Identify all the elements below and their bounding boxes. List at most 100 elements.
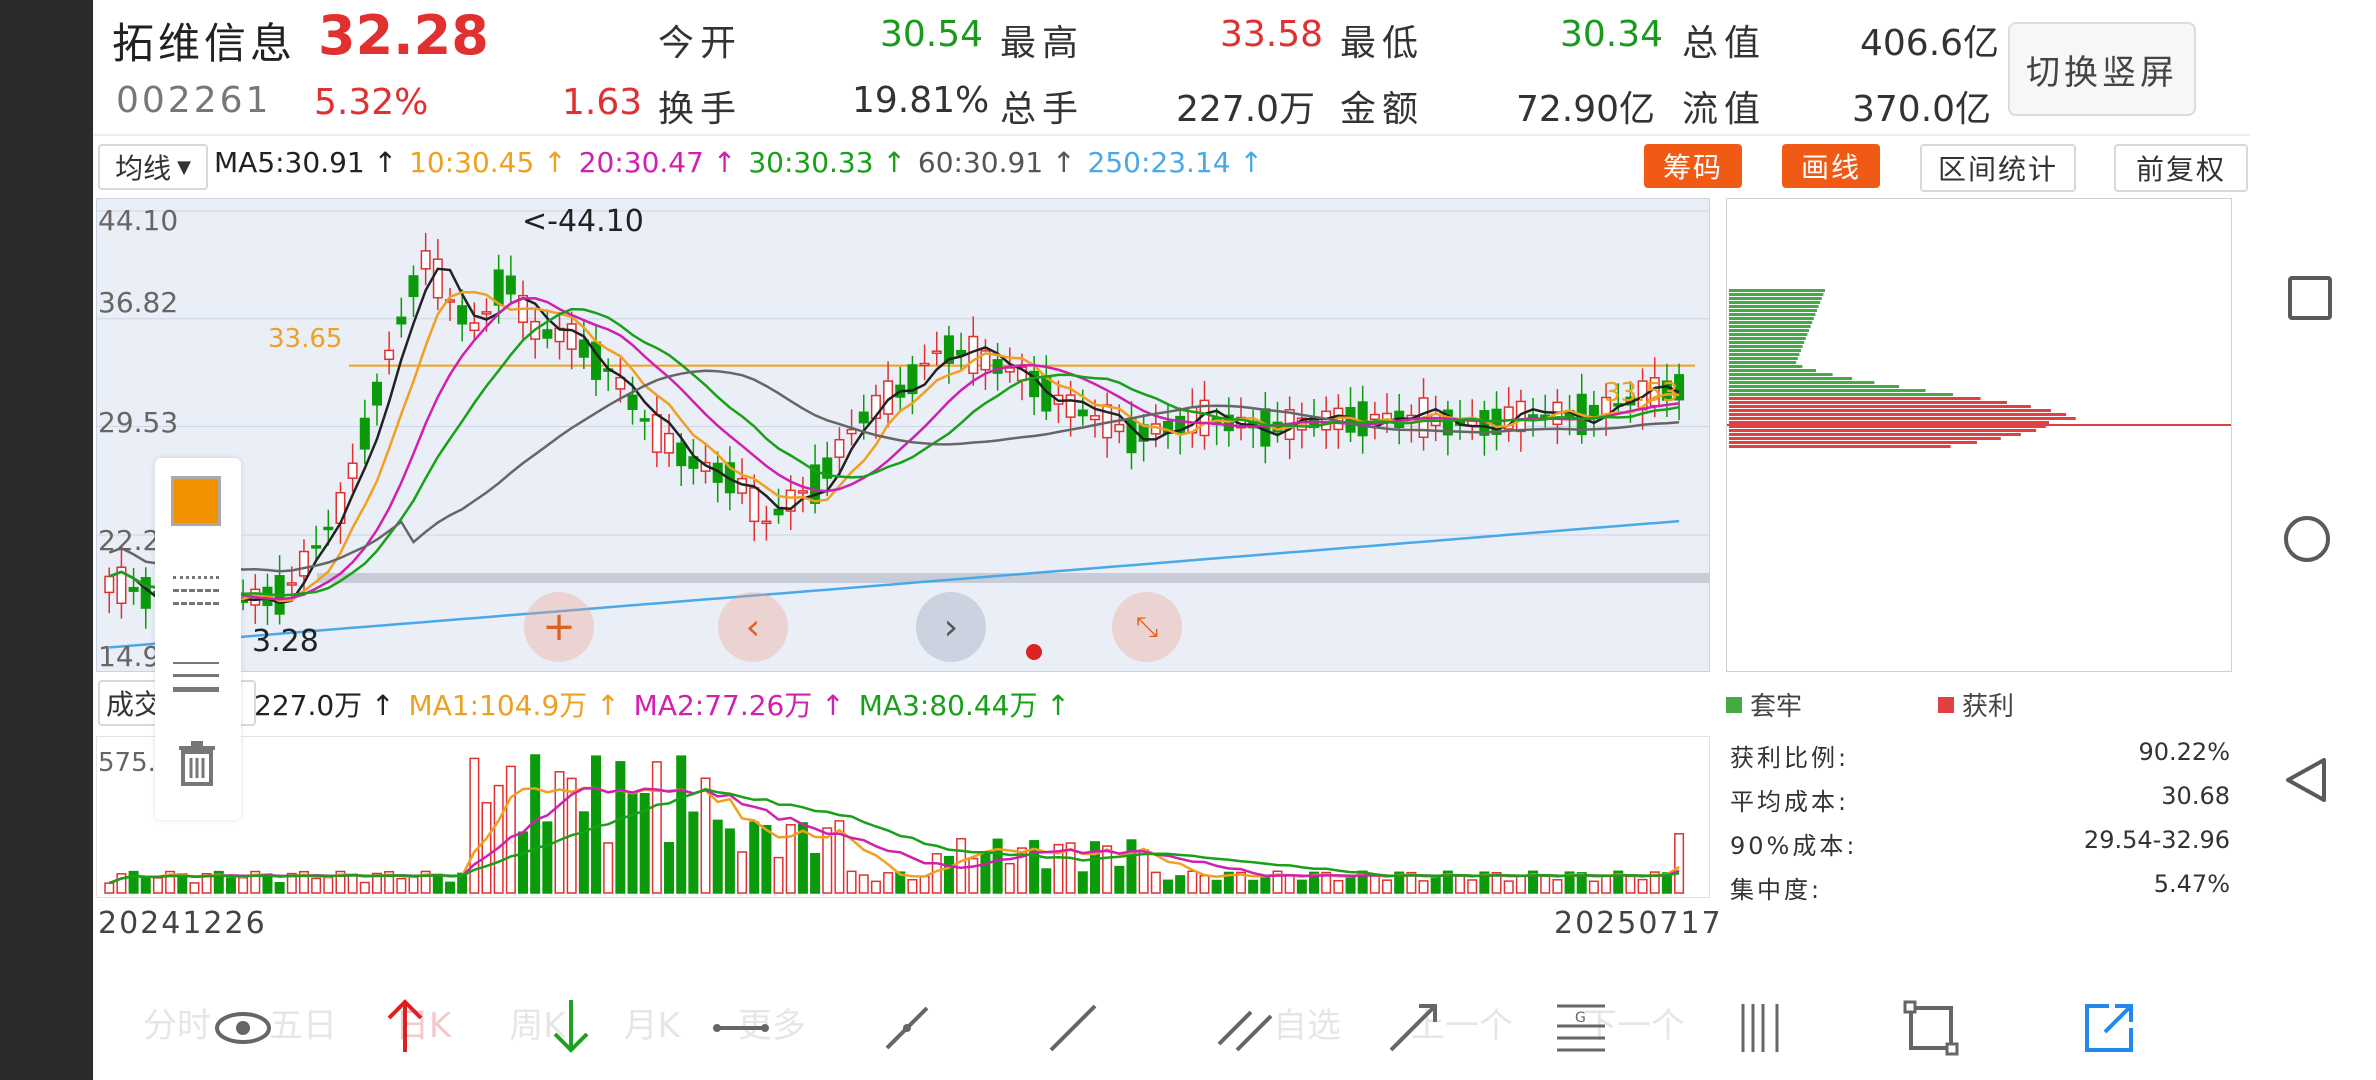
fibonacci-icon[interactable]: G [1551, 998, 1611, 1058]
price-tick-5: 14.9 [98, 640, 161, 673]
ray-line-icon[interactable] [1383, 998, 1443, 1058]
volume-bar [749, 821, 760, 894]
candle-body [749, 487, 760, 523]
volume-bar [1260, 874, 1271, 894]
stat-label: 平均成本: [1730, 788, 1850, 816]
ma250-value: 250:23.14 [1087, 146, 1231, 179]
trash-icon[interactable] [177, 740, 217, 786]
volume-bar [493, 784, 504, 894]
volume-bar [858, 874, 869, 894]
chouma-button[interactable]: 筹码 [1644, 144, 1742, 188]
zoom-in-icon[interactable]: + [524, 592, 594, 662]
volume-bar [140, 877, 151, 894]
vertical-lines-icon[interactable] [1733, 998, 1793, 1058]
eye-icon[interactable] [213, 998, 273, 1058]
price-tick-4: 22.2 [98, 524, 161, 557]
ma-selector[interactable]: 均线 ▼ [98, 144, 208, 190]
up-arrow-icon[interactable] [375, 994, 435, 1058]
adjust-button[interactable]: 前复权 [2114, 144, 2248, 192]
legend-trapped: 套牢 [1726, 686, 1802, 723]
stat-value: 30.68 [2161, 782, 2230, 810]
candle-body [347, 462, 358, 479]
scroll-right-icon[interactable]: › [916, 592, 986, 662]
start-date: 20241226 [98, 906, 267, 941]
down-arrow-icon[interactable] [541, 994, 601, 1058]
volume-bar [274, 881, 285, 894]
zoom-out-icon[interactable]: ⤡ [1112, 592, 1182, 662]
volume-bar [578, 811, 589, 894]
volume-bar [846, 870, 857, 894]
candle-body [432, 258, 443, 299]
ma5-arrow: ↑ [373, 146, 398, 179]
candle-body [140, 577, 151, 609]
color-picker-icon[interactable] [171, 476, 221, 526]
range-stats-button[interactable]: 区间统计 [1920, 144, 2076, 192]
watchlist-button[interactable]: 自选 [1273, 998, 1341, 1047]
chip-bar [1729, 321, 1813, 324]
volume-bar [1296, 879, 1307, 894]
chip-bar [1729, 301, 1821, 304]
switch-portrait-button[interactable]: 切换竖屏 [2008, 22, 2196, 116]
horizontal-line-icon[interactable] [711, 998, 771, 1058]
mcap-label: 总值 [1682, 23, 1767, 64]
vol-ma3-arrow: ↑ [1046, 689, 1070, 722]
volume-bar [104, 882, 115, 894]
svg-text:G: G [1575, 1010, 1586, 1026]
candle-body [797, 490, 808, 494]
rectangle-icon[interactable] [1901, 998, 1961, 1058]
legend-trapped-label: 套牢 [1750, 692, 1803, 722]
stat-row: 平均成本: 30.68 [1730, 782, 2230, 826]
volume-chart[interactable] [96, 736, 1710, 898]
volume-bar [1162, 879, 1173, 894]
kline-chart[interactable] [96, 198, 1710, 672]
hline-right-label: 33.53 [1604, 378, 1679, 408]
volume-bar [469, 757, 480, 894]
segment-line-icon[interactable] [877, 998, 937, 1058]
candle-body [676, 442, 687, 467]
draw-tools-panel [155, 458, 241, 820]
volume-bar [1552, 879, 1563, 894]
back-icon[interactable] [2284, 756, 2328, 804]
record-dot-icon [1026, 644, 1042, 660]
scroll-left-icon[interactable]: ‹ [718, 592, 788, 662]
share-external-icon[interactable] [2079, 998, 2139, 1058]
bottom-toolbar: 分时 五日 日K 周K 月K 更多 自选 上一个 下一个 G [93, 980, 2250, 1080]
ma10-value: 10:30.45 [409, 146, 535, 179]
volume-bar [883, 872, 894, 894]
line-style-icon[interactable] [173, 570, 219, 610]
pct-change: 5.32% [314, 82, 429, 123]
parallel-line-icon[interactable] [1215, 998, 1275, 1058]
straight-line-icon[interactable] [1043, 998, 1103, 1058]
volume-bar [152, 877, 163, 894]
line-width-icon[interactable] [173, 658, 219, 698]
chip-bar [1729, 397, 1981, 400]
volume-bar [128, 870, 139, 894]
home-icon[interactable] [2284, 516, 2330, 562]
volume-bar [189, 882, 200, 894]
volume-bar [1175, 875, 1186, 894]
price-change: 1.63 [562, 82, 643, 123]
legend-profit: 获利 [1938, 686, 2014, 723]
price-tick-1: 44.10 [98, 204, 179, 237]
volume-bar [761, 824, 772, 894]
tab-fenshi[interactable]: 分时 [143, 998, 211, 1047]
draw-line-button[interactable]: 画线 [1782, 144, 1880, 188]
high-label: 最高 [1000, 23, 1085, 64]
stat-row: 获利比例: 90.22% [1730, 738, 2230, 782]
recent-apps-icon[interactable] [2288, 276, 2332, 320]
volume-bar [1187, 870, 1198, 894]
volume-bar [1503, 880, 1514, 894]
chip-bar [1729, 333, 1808, 336]
candle-body [481, 311, 492, 315]
stock-price: 32.28 [318, 4, 489, 67]
candle-body [311, 545, 322, 549]
profit-swatch [1938, 696, 1954, 713]
chip-bar [1729, 341, 1805, 344]
tab-wuri[interactable]: 五日 [269, 998, 337, 1047]
candle-body [371, 381, 382, 406]
candle-body [420, 250, 431, 270]
tab-yuek[interactable]: 月K [624, 998, 680, 1047]
volume-bar [1211, 879, 1222, 894]
volume-bar [1077, 871, 1088, 894]
volume-bar [1199, 874, 1210, 894]
